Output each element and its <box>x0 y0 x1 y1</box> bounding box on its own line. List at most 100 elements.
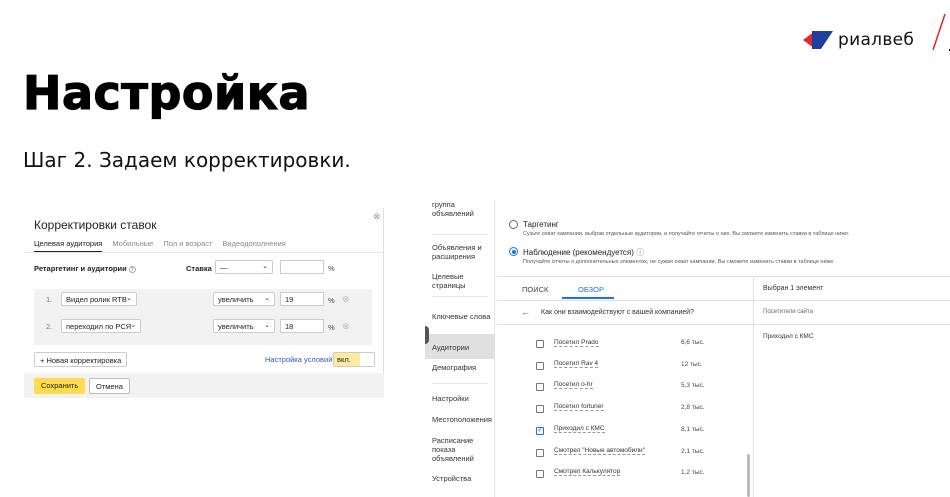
checkbox[interactable] <box>536 383 544 391</box>
chevron-down-icon: ⌄ <box>126 295 132 302</box>
targeting-label: Таргетинг <box>523 220 559 229</box>
value-input[interactable]: 18 <box>280 319 324 333</box>
divider <box>753 276 754 497</box>
checkbox[interactable] <box>536 340 544 348</box>
audience-item[interactable]: Посетил fortuner <box>554 403 604 411</box>
audience-count: 6,6 тыс. <box>681 339 705 346</box>
row-number: 2. <box>46 322 53 331</box>
segment-select[interactable]: Видел ролик RTB ⌄ <box>61 292 137 306</box>
audience-count: 5,3 тыс. <box>681 382 705 389</box>
audiences-panel: группа объявлений Объявления и расширени… <box>425 200 950 497</box>
divider <box>432 383 488 384</box>
save-button[interactable]: Сохранить <box>34 378 86 394</box>
percent-sign: % <box>328 264 335 273</box>
audience-count: 12 тыс. <box>681 361 703 368</box>
back-arrow-icon[interactable]: ← <box>521 307 530 317</box>
divider <box>754 324 950 325</box>
audience-count: 1,2 тыс. <box>681 469 705 476</box>
row-number: 1. <box>46 295 53 304</box>
sidebar-item-locations[interactable]: Местоположения <box>432 415 492 424</box>
checkbox[interactable] <box>536 449 544 457</box>
checkbox[interactable] <box>536 470 544 478</box>
scrollbar[interactable] <box>747 454 750 497</box>
sidebar-item-landing-pages[interactable]: Целевые страницы <box>432 272 492 290</box>
tab-video-addons[interactable]: Видеодополнения <box>222 239 285 252</box>
active-tab-indicator <box>562 297 614 299</box>
chevron-down-icon: ⌄ <box>130 322 136 329</box>
sidebar-item-ads[interactable]: Объявления и расширения <box>432 243 492 261</box>
sidebar-item-schedule[interactable]: Расписание показа объявлений <box>432 436 492 463</box>
sidebar-item-audiences[interactable]: Аудитории <box>432 343 492 352</box>
decorative-slash-icon <box>932 13 950 51</box>
audience-item[interactable]: Посетил о-hr <box>554 381 593 389</box>
targeting-desc: Сузьте охват кампании, выбрав отдельные … <box>523 231 850 237</box>
chevron-down-icon: ⌄ <box>264 322 270 329</box>
audience-count: 8,1 тыс. <box>681 426 705 433</box>
checkbox[interactable] <box>536 362 544 370</box>
remove-icon[interactable]: ⊗ <box>342 294 350 305</box>
audience-item[interactable]: Посетил Prado <box>554 339 599 347</box>
logo-mark-icon <box>803 31 833 49</box>
cancel-button[interactable]: Отмена <box>89 378 130 394</box>
value-input[interactable]: 19 <box>280 292 324 306</box>
sidebar-item-devices[interactable]: Устройства <box>432 474 492 483</box>
rialweb-logo: риалвеб <box>803 30 914 50</box>
divider <box>432 296 488 297</box>
adjustment-tabs: Целевая аудитория Мобильные Пол и возрас… <box>34 239 286 252</box>
logo-text: риалвеб <box>838 30 915 50</box>
audience-item[interactable]: Смотрел Калькулятор <box>554 468 621 476</box>
audience-item[interactable]: Смотрел "Новые автомобили" <box>554 447 645 455</box>
divider <box>497 300 753 301</box>
retargeting-label: Ретаргетинг и аудитории? <box>34 264 136 273</box>
percent-sign: % <box>328 296 335 305</box>
sidebar-item-settings[interactable]: Настройки <box>432 394 492 403</box>
sidebar-item-demographics[interactable]: Демография <box>432 363 492 372</box>
targeting-radio[interactable] <box>509 220 518 229</box>
tab-search[interactable]: ПОИСК <box>522 285 548 294</box>
page-title: Настройка <box>22 65 310 120</box>
divider <box>754 300 950 301</box>
observation-desc: Получайте отчеты о дополнительных элемен… <box>523 259 835 265</box>
help-icon[interactable]: ? <box>128 266 136 273</box>
segment-select[interactable]: переходил по РСЯ ⌄ <box>61 319 141 333</box>
close-icon[interactable]: ⊗ <box>373 211 381 222</box>
tab-gender-age[interactable]: Пол и возраст <box>163 239 212 252</box>
selected-category: Посетители сайта <box>763 309 813 315</box>
rate-select[interactable]: — ⌄ <box>215 260 273 274</box>
page-subtitle: Шаг 2. Задаем корректировки. <box>23 148 351 172</box>
tab-overview[interactable]: ОБЗОР <box>578 285 604 294</box>
audience-count: 2,1 тыс. <box>681 448 705 455</box>
bid-adjustments-panel: Корректировки ставок ⊗ Целевая аудитория… <box>24 208 384 398</box>
tab-target-audience[interactable]: Целевая аудитория <box>34 239 103 252</box>
enable-toggle[interactable]: вкл. <box>333 352 375 367</box>
tab-mobile[interactable]: Мобильные <box>112 239 153 252</box>
rate-input[interactable] <box>280 260 324 274</box>
action-select[interactable]: увеличить ⌄ <box>213 292 275 306</box>
checkbox-checked[interactable] <box>536 425 544 435</box>
action-select[interactable]: увеличить ⌄ <box>213 319 275 333</box>
divider <box>432 234 488 235</box>
sidebar: группа объявлений Объявления и расширени… <box>425 200 495 497</box>
slide: риалвеб Настройка Шаг 2. Задаем корректи… <box>0 0 950 497</box>
observation-label: Наблюдение (рекомендуется) ⓘ <box>523 248 645 257</box>
conditions-link[interactable]: Настройка условий <box>265 355 332 364</box>
sidebar-item-keywords[interactable]: Ключевые слова <box>432 312 492 321</box>
checkbox[interactable] <box>536 405 544 413</box>
percent-sign: % <box>328 323 335 332</box>
toggle-on-label: вкл. <box>334 353 360 366</box>
audience-item[interactable]: Приходил с КМС <box>554 425 605 433</box>
audience-item[interactable]: Посетил Rav 4 <box>554 360 599 368</box>
audience-count: 2,8 тыс. <box>681 404 705 411</box>
add-adjustment-button[interactable]: + Новая корректировка <box>34 352 128 367</box>
sidebar-handle[interactable] <box>425 326 429 344</box>
chevron-down-icon: ⌄ <box>264 295 270 302</box>
observation-radio[interactable] <box>509 247 518 256</box>
chevron-down-icon: ⌄ <box>262 263 268 270</box>
selected-item: Приходил с КМС <box>763 333 814 340</box>
panel-title: Корректировки ставок <box>34 218 157 232</box>
sidebar-item-ad-group[interactable]: группа объявлений <box>432 200 492 218</box>
help-icon[interactable]: ⓘ <box>636 248 644 257</box>
rate-label: Ставка <box>186 264 212 273</box>
divider <box>24 252 384 253</box>
remove-icon[interactable]: ⊗ <box>342 321 350 332</box>
